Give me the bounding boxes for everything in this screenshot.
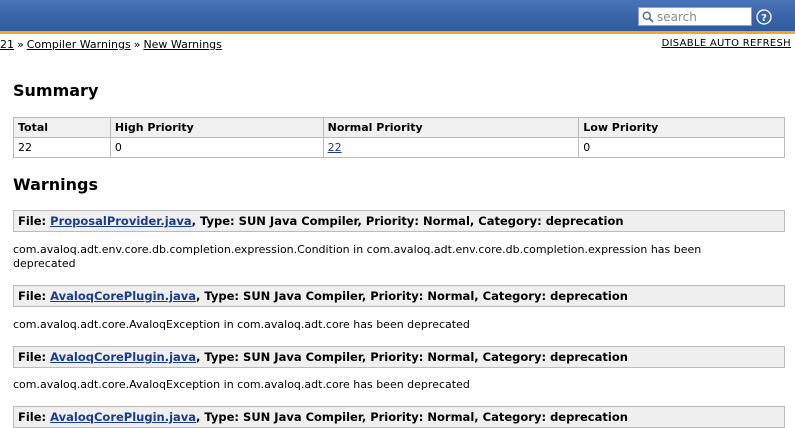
warning-category: deprecation [545, 214, 624, 228]
warning-file-link[interactable]: AvaloqCorePlugin.java [50, 410, 196, 424]
type-label: Type: [200, 214, 235, 228]
category-label: Category: [478, 214, 542, 228]
warning-category: deprecation [550, 289, 628, 303]
warning-type: SUN Java Compiler [243, 410, 362, 424]
breadcrumb-item-new-warnings[interactable]: New Warnings [143, 38, 221, 51]
high-priority-count: 0 [109, 137, 324, 158]
column-header-normal-priority: Normal Priority [322, 117, 580, 138]
warning-priority: Normal [427, 350, 475, 364]
priority-label: Priority: [370, 350, 424, 364]
search-box[interactable] [638, 7, 752, 26]
warnings-heading: Warnings [13, 175, 99, 194]
svg-text:?: ? [761, 13, 767, 24]
search-input[interactable] [654, 9, 745, 24]
category-label: Category: [482, 350, 547, 364]
search-icon [642, 11, 654, 23]
warning-type: SUN Java Compiler [238, 214, 358, 228]
summary-heading: Summary [13, 81, 99, 100]
warning-message: com.avaloq.adt.core.AvaloqException in c… [13, 378, 470, 391]
normal-priority-cell: 22 [322, 137, 580, 158]
total-count: 22 [13, 137, 111, 158]
warning-priority: Normal [427, 410, 475, 424]
type-label: Type: [204, 289, 240, 303]
warning-header: File: ProposalProvider.java, Type: SUN J… [13, 210, 785, 232]
category-label: Category: [482, 410, 547, 424]
summary-header-row: Total High Priority Normal Priority Low … [13, 117, 785, 138]
breadcrumb-item-compiler-warnings[interactable]: Compiler Warnings [27, 38, 131, 51]
file-label: File: [18, 350, 47, 364]
warning-header: File: AvaloqCorePlugin.java, Type: SUN J… [13, 406, 785, 428]
summary-table: Total High Priority Normal Priority Low … [13, 117, 785, 158]
file-label: File: [18, 214, 47, 228]
warning-category: deprecation [550, 410, 628, 424]
breadcrumb-separator: » [133, 38, 141, 51]
normal-priority-count-link[interactable]: 22 [328, 141, 342, 154]
breadcrumb-item-build[interactable]: 21 [0, 38, 14, 51]
warning-category: deprecation [550, 350, 628, 364]
file-label: File: [18, 289, 47, 303]
low-priority-count: 0 [578, 137, 785, 158]
warning-file-link[interactable]: ProposalProvider.java [50, 214, 192, 228]
warning-message: com.avaloq.adt.env.core.db.completion.ex… [13, 243, 702, 270]
type-label: Type: [204, 350, 240, 364]
disable-auto-refresh-link[interactable]: DISABLE AUTO REFRESH [662, 38, 791, 49]
column-header-low-priority: Low Priority [578, 117, 785, 138]
breadcrumb: 21» Compiler Warnings» New Warnings [0, 38, 222, 51]
warning-header: File: AvaloqCorePlugin.java, Type: SUN J… [13, 285, 785, 307]
breadcrumb-separator: » [17, 38, 24, 51]
summary-values-row: 22 0 22 0 [13, 137, 785, 158]
warning-type: SUN Java Compiler [243, 289, 362, 303]
column-header-total: Total [13, 117, 111, 138]
column-header-high-priority: High Priority [109, 117, 324, 138]
type-label: Type: [204, 410, 240, 424]
warning-message: com.avaloq.adt.core.AvaloqException in c… [13, 318, 470, 331]
category-label: Category: [482, 289, 547, 303]
priority-label: Priority: [365, 214, 419, 228]
warning-priority: Normal [423, 214, 470, 228]
warning-file-link[interactable]: AvaloqCorePlugin.java [50, 289, 196, 303]
warning-priority: Normal [427, 289, 475, 303]
warning-file-link[interactable]: AvaloqCorePlugin.java [50, 350, 196, 364]
header-accent-rule [0, 31, 795, 34]
help-icon[interactable]: ? [756, 9, 772, 25]
file-label: File: [18, 410, 47, 424]
priority-label: Priority: [370, 410, 424, 424]
warning-header: File: AvaloqCorePlugin.java, Type: SUN J… [13, 346, 785, 368]
priority-label: Priority: [370, 289, 424, 303]
warning-type: SUN Java Compiler [243, 350, 362, 364]
